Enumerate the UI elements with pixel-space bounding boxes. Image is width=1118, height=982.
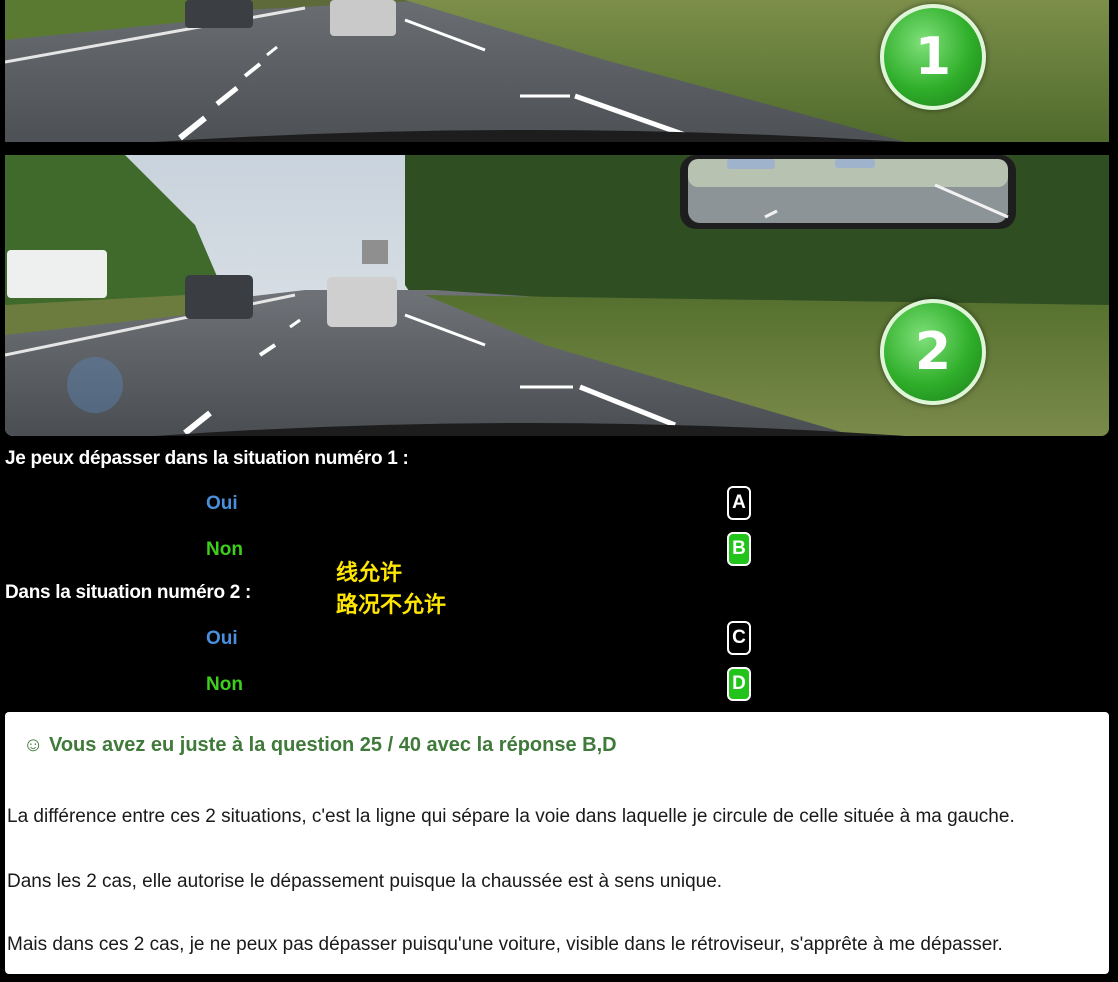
question-1-option-non[interactable]: Non [206, 539, 243, 561]
explanation-paragraph-3: Mais dans ces 2 cas, je ne peux pas dépa… [7, 934, 1003, 955]
explanation-paragraph-2: Dans les 2 cas, elle autorise le dépasse… [7, 871, 723, 892]
question-1-text: Je peux dépasser dans la situation numér… [5, 448, 409, 469]
annotation-line-2: 路况不允许 [336, 593, 447, 618]
answer-key-a[interactable]: A [727, 486, 751, 520]
situation-2-photo: 2 [5, 155, 1109, 436]
question-1-option-oui[interactable]: Oui [206, 493, 238, 515]
situation-1-photo: 1 [5, 0, 1109, 142]
result-title: ☺ Vous avez eu juste à la question 25 / … [23, 734, 617, 756]
answer-key-d[interactable]: D [727, 667, 751, 701]
answer-key-c[interactable]: C [727, 621, 751, 655]
result-panel: ☺ Vous avez eu juste à la question 25 / … [5, 712, 1109, 974]
question-2-option-non[interactable]: Non [206, 674, 243, 696]
situation-2-badge: 2 [880, 299, 986, 405]
handwritten-annotation: 线允许 路况不允许 [336, 558, 446, 622]
question-2-option-oui[interactable]: Oui [206, 628, 238, 650]
explanation-paragraph-1: La différence entre ces 2 situations, c'… [7, 806, 1015, 827]
question-2-text: Dans la situation numéro 2 : [5, 582, 252, 603]
annotation-line-1: 线允许 [336, 561, 403, 586]
situation-1-badge: 1 [880, 4, 986, 110]
answer-key-b[interactable]: B [727, 532, 751, 566]
